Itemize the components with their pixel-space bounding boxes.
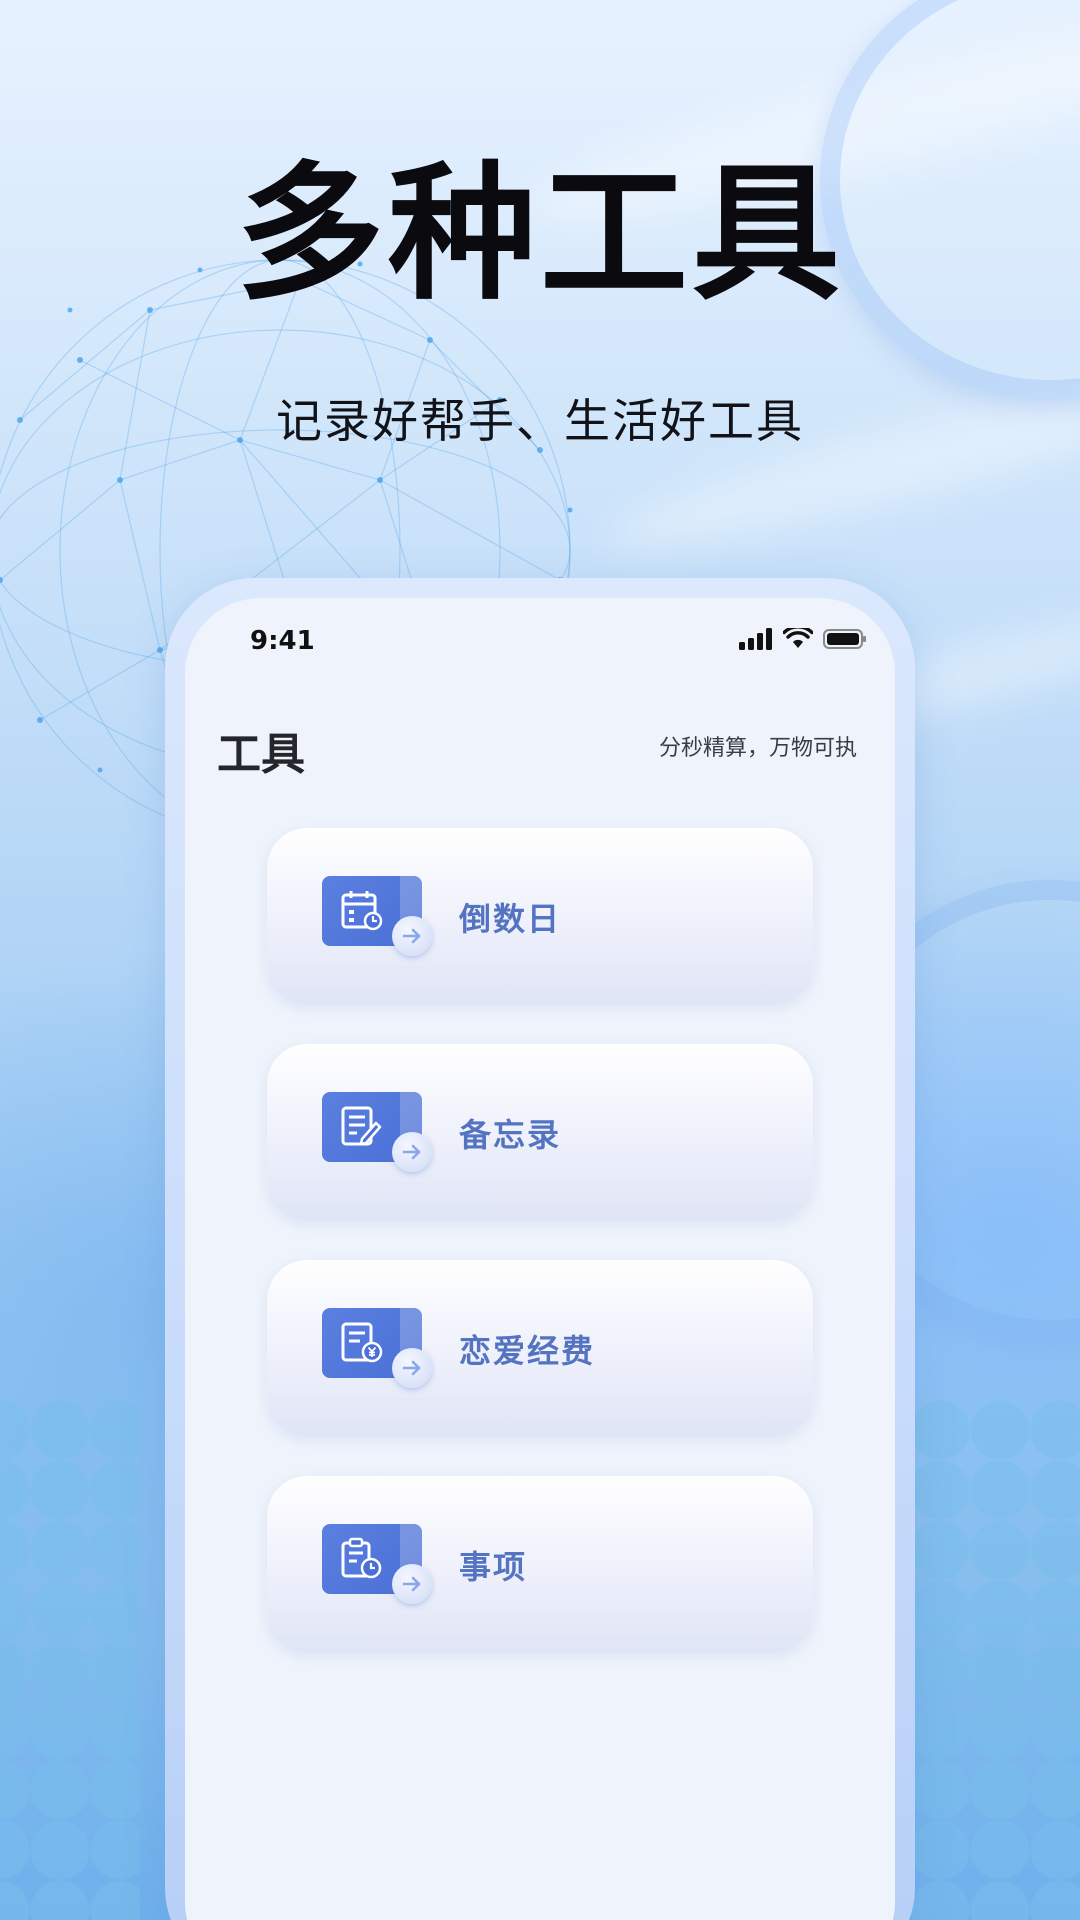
clipboard-clock-icon <box>322 1524 432 1614</box>
status-icons <box>739 625 867 654</box>
promo-screen: 多种工具 记录好帮手、生活好工具 9:41 工具 分秒精算，万物可执 倒数日 备… <box>0 0 1080 1920</box>
decorative-dot-pattern <box>910 1400 1080 1920</box>
tool-card-love-expense[interactable]: 恋爱经费 <box>267 1260 813 1436</box>
phone-screen: 9:41 工具 分秒精算，万物可执 倒数日 备忘录 恋爱经费 事项 <box>185 598 895 1920</box>
hero-title: 多种工具 <box>236 148 844 320</box>
tool-card-countdown[interactable]: 倒数日 <box>267 828 813 1004</box>
tool-card-tasks[interactable]: 事项 <box>267 1476 813 1652</box>
arrow-right-icon <box>392 1348 432 1388</box>
tool-label: 恋爱经费 <box>459 1332 596 1370</box>
wifi-icon <box>782 625 814 654</box>
expense-yuan-icon <box>322 1308 432 1398</box>
tool-label: 事项 <box>459 1548 528 1586</box>
tool-label: 倒数日 <box>459 900 562 938</box>
tool-label: 备忘录 <box>459 1116 562 1154</box>
hero-subtitle: 记录好帮手、生活好工具 <box>276 394 804 448</box>
page-title: 工具 <box>217 729 305 780</box>
battery-icon <box>823 628 867 654</box>
status-time: 9:41 <box>250 626 315 656</box>
arrow-right-icon <box>392 1132 432 1172</box>
tool-card-memo[interactable]: 备忘录 <box>267 1044 813 1220</box>
arrow-right-icon <box>392 916 432 956</box>
page-slogan: 分秒精算，万物可执 <box>658 736 857 761</box>
signal-icon <box>739 628 773 654</box>
memo-edit-icon <box>322 1092 432 1182</box>
calendar-countdown-icon <box>322 876 432 966</box>
decorative-dot-pattern <box>0 1400 140 1920</box>
arrow-right-icon <box>392 1564 432 1604</box>
